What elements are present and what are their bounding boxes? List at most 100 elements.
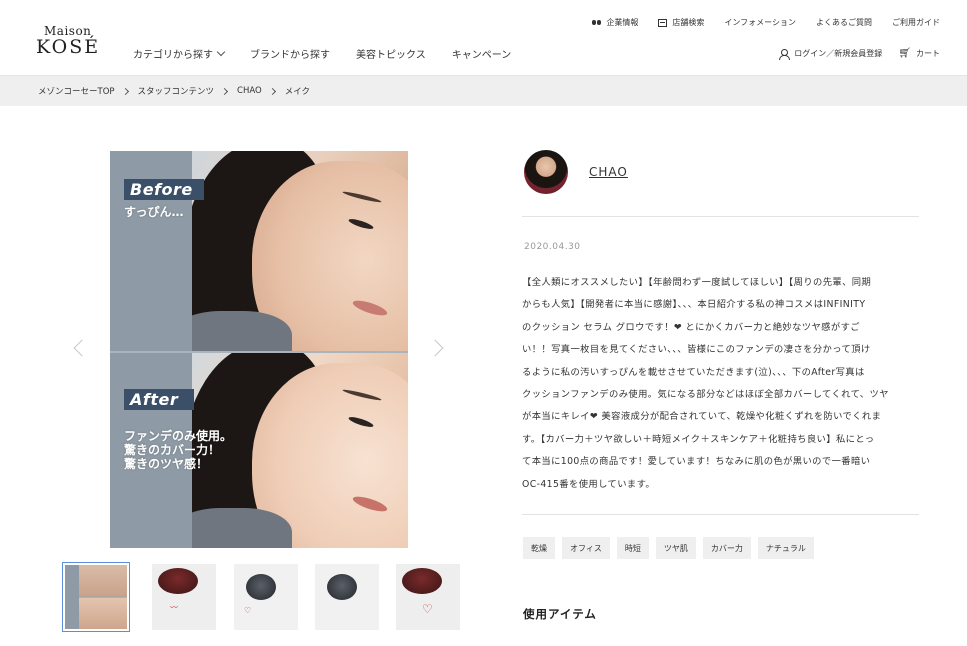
compact-case-image	[327, 574, 357, 600]
tag-chip[interactable]: オフィス	[562, 537, 610, 559]
thumbnail-2[interactable]: 〰	[150, 562, 218, 632]
nav-item-label: 美容トピックス	[356, 50, 426, 61]
main-image[interactable]: Before すっぴん… After ファンデのみ使用。 驚きのカバー力！ 驚き…	[110, 151, 408, 548]
post-body-line: 【全人類にオススメしたい】【年齢問わず一度試してほしい】【周りの先輩、同期	[522, 277, 872, 288]
post-date: 2020.04.30	[524, 242, 581, 252]
util-label: 企業情報	[606, 18, 639, 27]
cart-icon: 🛒︎	[898, 48, 911, 59]
compact-case-image	[158, 568, 198, 594]
post-body: 【全人類にオススメしたい】【年齢問わず一度試してほしい】【周りの先輩、同期 から…	[522, 272, 920, 496]
breadcrumb-item[interactable]: CHAO	[237, 86, 262, 96]
compact-case-image	[246, 574, 276, 600]
util-label: よくあるご質問	[816, 18, 872, 27]
post-body-line: が本当にキレイ❤ 美容液成分が配合されていて、乾燥や化粧くずれを防いでくれま	[522, 411, 882, 423]
site-header: Maison KOSÉ カテゴリから探す ブランドから探す 美容トピックス キャ…	[0, 0, 967, 76]
photo-eye	[347, 217, 375, 231]
photo-shirt	[192, 508, 292, 548]
handwriting-mark: 〰	[170, 603, 178, 612]
author-name-link[interactable]: CHAO	[589, 165, 628, 179]
tag-chip[interactable]: 時短	[616, 537, 649, 559]
nav-item-campaign[interactable]: キャンペーン	[452, 46, 512, 61]
logo[interactable]: Maison KOSÉ	[36, 24, 106, 58]
breadcrumb-item-current: メイク	[284, 87, 311, 97]
nav-item-category[interactable]: カテゴリから探す	[133, 46, 226, 61]
tag-chip[interactable]: 乾燥	[523, 537, 555, 559]
post-body-line: OC-415番を使用しています。	[522, 478, 656, 490]
nav-item-label: キャンペーン	[451, 50, 512, 61]
tag-chip[interactable]: カバー力	[702, 537, 751, 559]
util-label: インフォメーション	[724, 18, 796, 27]
heart-mark: ♡	[422, 602, 433, 616]
photo-shirt	[192, 311, 292, 351]
nav-item-label: ブランドから探す	[250, 50, 330, 61]
util-information-link[interactable]: インフォメーション	[724, 17, 796, 28]
user-icon	[779, 48, 791, 60]
cart-link[interactable]: 🛒︎ カート	[898, 48, 940, 59]
before-caption: すっぴん…	[124, 205, 184, 219]
login-link[interactable]: ログイン／新規会員登録	[779, 48, 883, 60]
breadcrumb: メゾンコーセーTOP スタッフコンテンツ CHAO メイク	[0, 76, 967, 106]
divider	[522, 216, 919, 217]
after-panel: After ファンデのみ使用。 驚きのカバー力！ 驚きのツヤ感！	[110, 353, 408, 548]
logo-main-text: KOSÉ	[36, 36, 101, 58]
login-label: ログイン／新規会員登録	[794, 49, 883, 58]
carousel-next-arrow-icon[interactable]	[426, 339, 444, 357]
post-body-line: い！！写真一枚目を見てください、、、皆様にこのファンデの凄さを分かって頂け	[522, 344, 871, 356]
account-nav: ログイン／新規会員登録 🛒︎ カート	[763, 48, 940, 60]
tag-list: 乾燥 オフィス 時短 ツヤ肌 カバー力 ナチュラル	[523, 537, 821, 559]
thumbnail-5[interactable]: ♡	[394, 562, 462, 632]
post-body-line: るように私の汚いすっぴんを載せさせていただきます(泣)、、、下のAfter写真は	[522, 366, 865, 378]
util-store-search-link[interactable]: 店舗検索	[658, 17, 704, 28]
post-body-line: のクッション セラム グロウです！❤ とにかくカバー力と絶妙なツヤ感がすご	[522, 321, 860, 333]
thumbnail-1[interactable]	[62, 562, 130, 632]
photo-lips	[351, 297, 389, 319]
breadcrumb-item[interactable]: メゾンコーセーTOP	[38, 85, 115, 97]
chevron-down-icon	[216, 47, 226, 56]
binoculars-icon	[592, 20, 602, 25]
tag-chip[interactable]: ナチュラル	[757, 537, 814, 559]
photo-brow	[342, 388, 382, 402]
nav-item-beauty-topics[interactable]: 美容トピックス	[356, 46, 426, 61]
before-panel: Before すっぴん…	[110, 151, 408, 351]
store-icon	[658, 18, 668, 27]
used-items-heading: 使用アイテム	[523, 607, 597, 621]
thumbnail-3[interactable]: ♡	[232, 562, 300, 632]
util-corporate-link[interactable]: 企業情報	[592, 17, 638, 28]
thumbnail-image	[315, 564, 379, 630]
thumbnail-4[interactable]	[313, 562, 381, 632]
chevron-right-icon	[121, 87, 129, 95]
thumbnail-image: 〰	[152, 564, 216, 630]
utility-nav: 企業情報 店舗検索 インフォメーション よくあるご質問 ご利用ガイド	[572, 17, 940, 28]
after-caption: ファンデのみ使用。 驚きのカバー力！ 驚きのツヤ感！	[124, 429, 232, 471]
post-body-line: からも人気】【開発者に本当に感謝】、、、本日紹介する私の神コスメはINFINIT…	[522, 299, 866, 311]
nav-item-brand[interactable]: ブランドから探す	[250, 46, 330, 61]
util-label: ご利用ガイド	[892, 18, 940, 27]
cart-label: カート	[916, 49, 940, 58]
thumbnail-image	[65, 565, 127, 629]
thumbnail-image: ♡	[234, 564, 298, 630]
photo-lips	[351, 493, 389, 515]
util-label: 店舗検索	[672, 18, 705, 27]
chevron-right-icon	[268, 87, 276, 95]
util-guide-link[interactable]: ご利用ガイド	[892, 17, 940, 28]
avatar[interactable]	[524, 150, 568, 194]
after-caption-line: 驚きのツヤ感！	[124, 457, 209, 471]
before-photo	[192, 151, 408, 351]
thumbnail-image: ♡	[396, 564, 460, 630]
carousel-prev-arrow-icon[interactable]	[73, 339, 91, 357]
thumbnail-strip: 〰 ♡ ♡	[62, 562, 462, 632]
main-nav: カテゴリから探す ブランドから探す 美容トピックス キャンペーン	[133, 46, 537, 61]
divider	[522, 514, 919, 515]
chevron-right-icon	[220, 87, 229, 95]
after-label: After	[124, 389, 194, 410]
tag-chip[interactable]: ツヤ肌	[655, 537, 696, 559]
breadcrumb-item[interactable]: スタッフコンテンツ	[138, 85, 215, 97]
author-block: CHAO	[524, 150, 628, 194]
after-caption-line: ファンデのみ使用。	[124, 429, 233, 443]
util-faq-link[interactable]: よくあるご質問	[816, 17, 872, 28]
post-body-line: クッションファンデのみ使用。気になる部分などはほぼ全部カバーしてくれて、ツヤ	[522, 389, 889, 401]
compact-case-image	[402, 568, 442, 594]
after-caption-line: 驚きのカバー力！	[124, 443, 221, 457]
heart-mark: ♡	[244, 606, 252, 615]
post-body-line: て本当に100点の商品です！愛しています！ちなみに肌の色が黒いので一番暗い	[522, 456, 871, 468]
